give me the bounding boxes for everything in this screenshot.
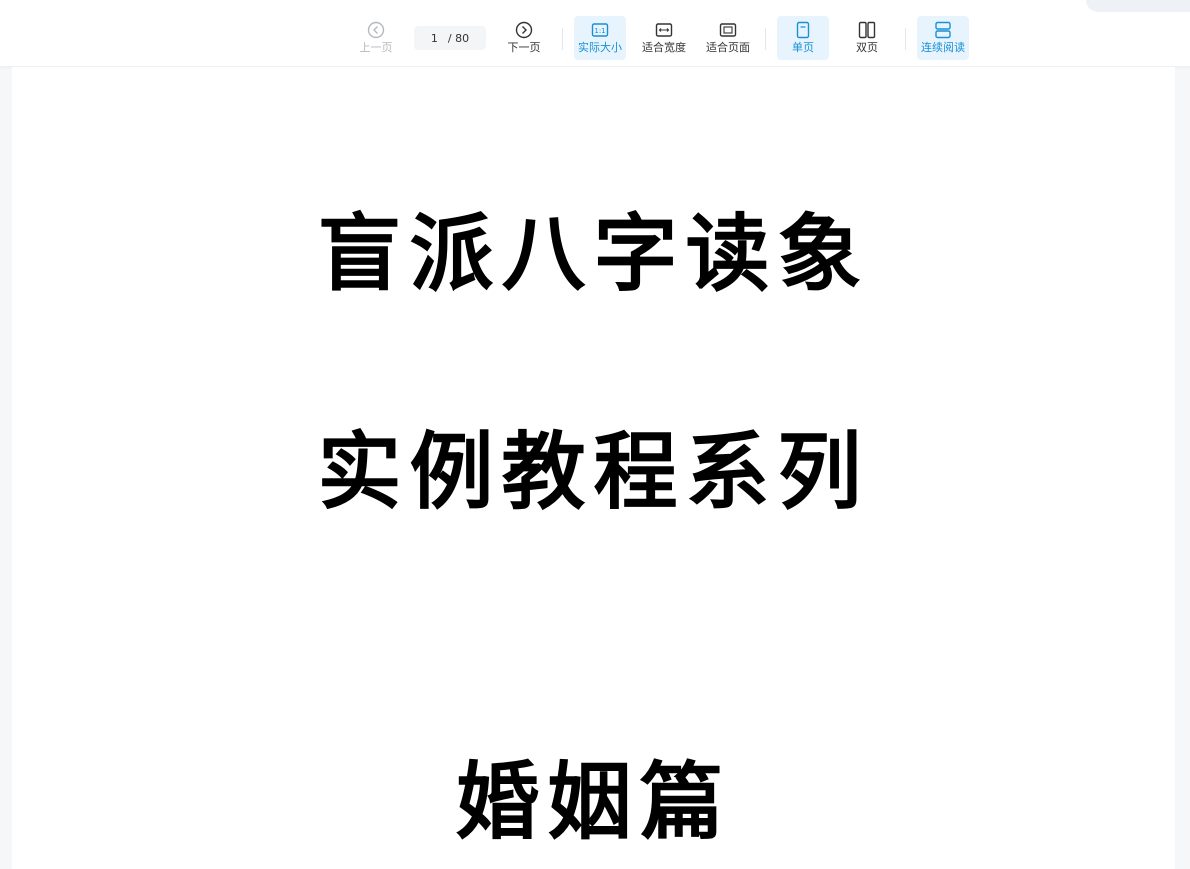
page-total: / 80 [447, 31, 470, 45]
document-page: 盲派八字读象 实例教程系列 婚姻篇 [12, 67, 1175, 869]
single-page-label: 单页 [792, 41, 814, 54]
top-corner-tab [1086, 0, 1190, 12]
actual-size-label: 实际大小 [578, 41, 622, 54]
continuous-scroll-icon [935, 21, 951, 39]
page-current[interactable]: 1 [431, 32, 438, 45]
page-indicator[interactable]: 1 / 80 [414, 26, 486, 50]
actual-size-icon-text: 1:1 [594, 27, 605, 35]
actual-size-button[interactable]: 1:1 实际大小 [574, 16, 626, 60]
actual-size-icon: 1:1 [591, 23, 609, 37]
single-page-icon [796, 21, 810, 39]
single-page-button[interactable]: 单页 [777, 16, 829, 60]
toolbar-divider [905, 28, 906, 50]
viewer-toolbar: 上一页 1 / 80 下一页 1:1 实际大小 适合宽度 适合页面 单页 双页 … [0, 0, 1190, 67]
toolbar-divider [765, 28, 766, 50]
continuous-reading-label: 连续阅读 [921, 41, 965, 54]
document-title-line2: 实例教程系列 [317, 422, 870, 521]
prev-page-button[interactable]: 上一页 [356, 16, 396, 60]
document-title-line1: 盲派八字读象 [317, 204, 870, 303]
double-page-button[interactable]: 双页 [841, 16, 893, 60]
chevron-left-circle-icon [367, 21, 385, 39]
toolbar-divider [562, 28, 563, 50]
fit-page-label: 适合页面 [706, 41, 750, 54]
next-page-button[interactable]: 下一页 [504, 16, 544, 60]
next-page-label: 下一页 [507, 41, 541, 54]
double-page-icon [858, 21, 876, 39]
continuous-reading-button[interactable]: 连续阅读 [917, 16, 969, 60]
fit-page-button[interactable]: 适合页面 [702, 16, 754, 60]
fit-width-icon [655, 23, 673, 37]
fit-width-label: 适合宽度 [642, 41, 686, 54]
chevron-right-circle-icon [515, 21, 533, 39]
double-page-label: 双页 [856, 41, 878, 54]
fit-width-button[interactable]: 适合宽度 [638, 16, 690, 60]
document-title-line3: 婚姻篇 [455, 752, 732, 851]
prev-page-label: 上一页 [359, 41, 393, 54]
fit-page-icon [719, 23, 737, 37]
